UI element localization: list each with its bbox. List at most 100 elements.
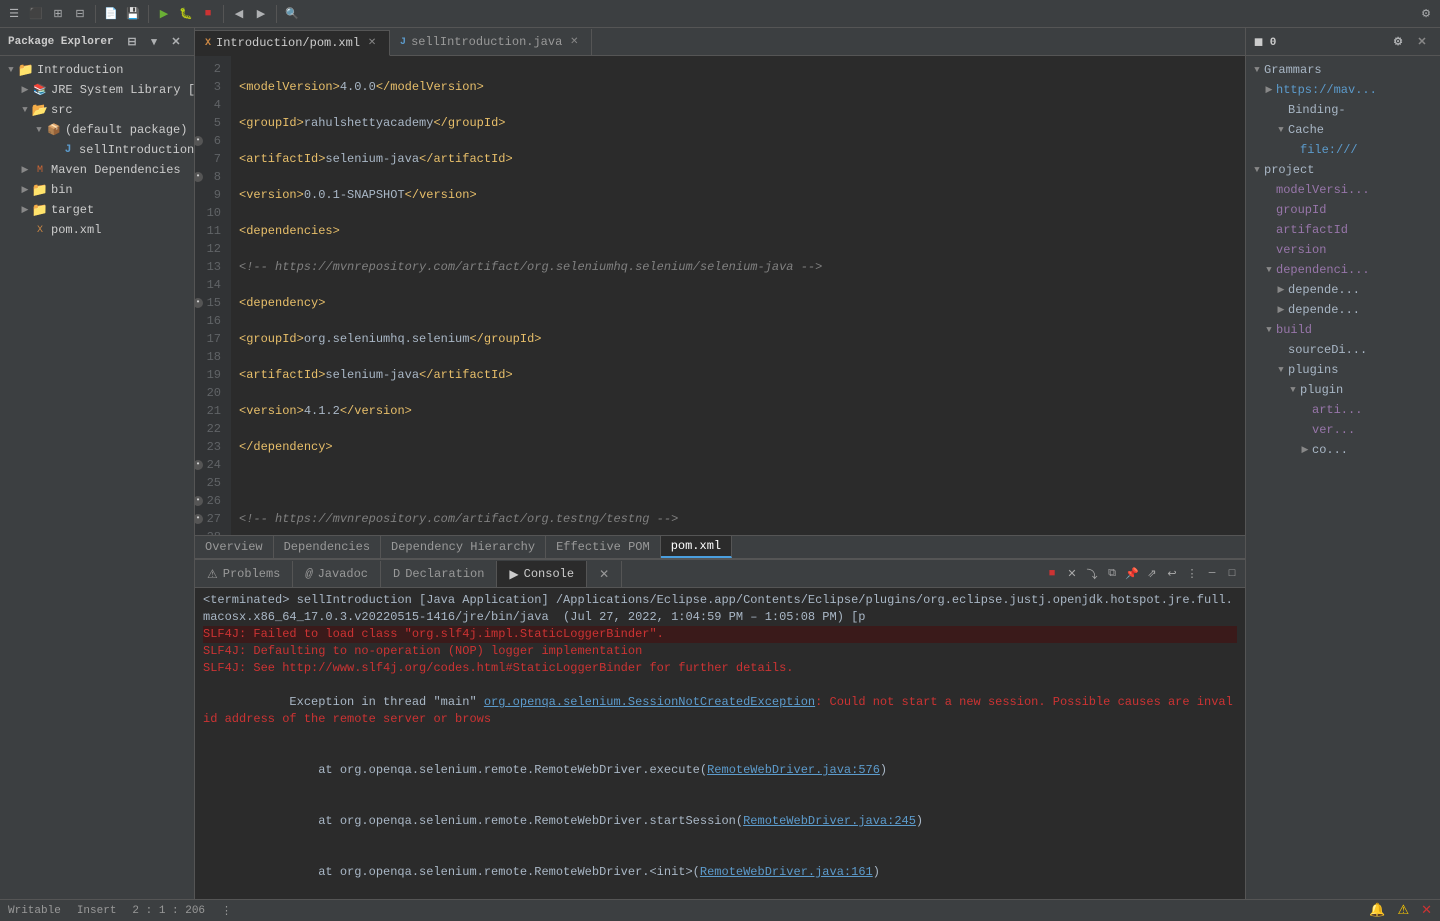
tree-arrow: ▼ (4, 63, 18, 77)
right-label-file: file:/// (1300, 143, 1358, 157)
toolbar-search-icon[interactable]: 🔍 (282, 4, 302, 24)
console-more-icon[interactable]: ⋮ (1183, 565, 1201, 583)
file-tab-dependencies[interactable]: Dependencies (274, 536, 381, 558)
toolbar-icon-2[interactable]: ⬛ (26, 4, 46, 24)
ln-18: 18 (195, 348, 225, 366)
right-item-https[interactable]: ▶ https://mav... (1246, 80, 1440, 100)
right-item-config[interactable]: ▶ co... (1246, 440, 1440, 460)
sidebar-menu-icon[interactable]: ▾ (144, 32, 164, 52)
right-item-plugin[interactable]: ▼ plugin (1246, 380, 1440, 400)
toolbar-settings-icon[interactable]: ⚙ (1416, 4, 1436, 24)
right-item-arti[interactable]: arti... (1246, 400, 1440, 420)
tab-sell-intro[interactable]: J sellIntroduction.java ✕ (390, 29, 592, 55)
console-maximize-icon[interactable]: □ (1223, 565, 1241, 583)
right-item-dependencies[interactable]: ▼ dependenci... (1246, 260, 1440, 280)
console-content[interactable]: <terminated> sellIntroduction [Java Appl… (195, 588, 1245, 899)
toolbar-debug-icon[interactable]: 🐛 (176, 4, 196, 24)
file-tab-dep-hierarchy[interactable]: Dependency Hierarchy (381, 536, 546, 558)
toolbar-stop-icon[interactable]: ■ (198, 4, 218, 24)
console-pin-icon[interactable]: 📌 (1123, 565, 1141, 583)
toolbar-icon-3[interactable]: ⊞ (48, 4, 68, 24)
right-panel-controls: ⚙ ✕ (1388, 32, 1432, 52)
fold-24[interactable]: • (195, 460, 203, 470)
toolbar-icon-4[interactable]: ⊟ (70, 4, 90, 24)
status-error-icon[interactable]: ✕ (1421, 903, 1432, 918)
tree-item-jre[interactable]: ▶ 📚 JRE System Library [JavaS...] (0, 80, 194, 100)
status-warning-icon[interactable]: ⚠ (1397, 903, 1409, 918)
right-panel-header: ◼ 0 ⚙ ✕ (1246, 28, 1440, 56)
right-item-plugins[interactable]: ▼ plugins (1246, 360, 1440, 380)
right-item-modelversion[interactable]: modelVersi... (1246, 180, 1440, 200)
right-item-sourcedir[interactable]: sourceDi... (1246, 340, 1440, 360)
tree-item-maven-deps[interactable]: ▶ M Maven Dependencies (0, 160, 194, 180)
toolbar-run-icon[interactable]: ▶ (154, 4, 174, 24)
console-scroll-lock-icon[interactable]: ⤵ (1083, 565, 1101, 583)
right-item-version[interactable]: version (1246, 240, 1440, 260)
right-item-project[interactable]: ▼ project (1246, 160, 1440, 180)
console-copy-icon[interactable]: ⧉ (1103, 565, 1121, 583)
console-minimize-icon[interactable]: ─ (1203, 565, 1221, 583)
ln-17: 17 (195, 330, 225, 348)
console-open-icon[interactable]: ⇗ (1143, 565, 1161, 583)
right-panel-settings[interactable]: ⚙ (1388, 32, 1408, 52)
console-clear-icon[interactable]: ✕ (1063, 565, 1081, 583)
toolbar-back-icon[interactable]: ◀ (229, 4, 249, 24)
tree-item-sell-intro[interactable]: J sellIntroduction.java (0, 140, 194, 160)
session-not-created-link[interactable]: org.openqa.selenium.SessionNotCreatedExc… (484, 695, 815, 709)
right-label-config: co... (1312, 443, 1348, 457)
code-content[interactable]: <modelVersion>4.0.0</modelVersion> <grou… (231, 56, 1245, 535)
link-rwd-576[interactable]: RemoteWebDriver.java:576 (707, 763, 880, 777)
tab-sell-close[interactable]: ✕ (567, 35, 581, 49)
link-rwd-161[interactable]: RemoteWebDriver.java:161 (700, 865, 873, 879)
console-wrap-icon[interactable]: ↩ (1163, 565, 1181, 583)
console-tab-javadoc[interactable]: @ Javadoc (293, 561, 381, 587)
tree-item-src[interactable]: ▼ 📂 src (0, 100, 194, 120)
status-bell-icon[interactable]: 🔔 (1369, 903, 1385, 918)
tree-item-default-package[interactable]: ▼ 📦 (default package) (0, 120, 194, 140)
tree-item-pom[interactable]: X pom.xml (0, 220, 194, 240)
fold-27[interactable]: • (195, 514, 203, 524)
right-item-dep2[interactable]: ▶ depende... (1246, 300, 1440, 320)
right-panel-close-btn[interactable]: ✕ (1412, 32, 1432, 52)
fold-26[interactable]: • (195, 496, 203, 506)
console-stop-icon[interactable]: ■ (1043, 565, 1061, 583)
file-tab-overview[interactable]: Overview (195, 536, 274, 558)
ln-10: 10 (195, 204, 225, 222)
right-item-cache[interactable]: ▼ Cache (1246, 120, 1440, 140)
tree-item-target[interactable]: ▶ 📁 target (0, 200, 194, 220)
right-arrow-config: ▶ (1298, 443, 1312, 457)
right-item-build[interactable]: ▼ build (1246, 320, 1440, 340)
tree-item-introduction[interactable]: ▼ 📁 Introduction (0, 60, 194, 80)
tab-pom-xml[interactable]: X Introduction/pom.xml ✕ (195, 30, 390, 56)
toolbar-forward-icon[interactable]: ▶ (251, 4, 271, 24)
console-tab-console[interactable]: ▶ Console (497, 561, 587, 587)
tree-item-bin[interactable]: ▶ 📁 bin (0, 180, 194, 200)
toolbar-save-icon[interactable]: 💾 (123, 4, 143, 24)
right-item-file[interactable]: file:/// (1246, 140, 1440, 160)
tab-pom-close[interactable]: ✕ (365, 36, 379, 50)
right-label-dep1: depende... (1288, 283, 1360, 297)
right-item-ver[interactable]: ver... (1246, 420, 1440, 440)
fold-6[interactable]: • (195, 136, 203, 146)
status-more-icon[interactable]: ⋮ (221, 904, 232, 918)
ln-26: •26 (195, 492, 225, 510)
sidebar-close-icon[interactable]: ✕ (166, 32, 186, 52)
sidebar-collapse-icon[interactable]: ⊟ (122, 32, 142, 52)
console-tab-problems[interactable]: ⚠ Problems (195, 561, 293, 587)
right-item-binding[interactable]: Binding- (1246, 100, 1440, 120)
right-item-artifactid[interactable]: artifactId (1246, 220, 1440, 240)
link-rwd-245[interactable]: RemoteWebDriver.java:245 (743, 814, 916, 828)
right-item-dep1[interactable]: ▶ depende... (1246, 280, 1440, 300)
right-item-grammars[interactable]: ▼ Grammars (1246, 60, 1440, 80)
fold-8[interactable]: • (195, 172, 203, 182)
code-editor[interactable]: 2 3 4 5 •6 7 •8 9 10 11 12 13 14 (195, 56, 1245, 535)
toolbar-new-icon[interactable]: 📄 (101, 4, 121, 24)
toolbar-sep-3 (223, 5, 224, 23)
file-tab-effective-pom[interactable]: Effective POM (546, 536, 661, 558)
file-tab-pom-xml[interactable]: pom.xml (661, 536, 732, 558)
toolbar-icon-1[interactable]: ☰ (4, 4, 24, 24)
right-item-groupid[interactable]: groupId (1246, 200, 1440, 220)
console-tab-declaration[interactable]: D Declaration (381, 561, 497, 587)
console-tab-close[interactable]: ✕ (587, 561, 622, 587)
fold-15[interactable]: • (195, 298, 203, 308)
